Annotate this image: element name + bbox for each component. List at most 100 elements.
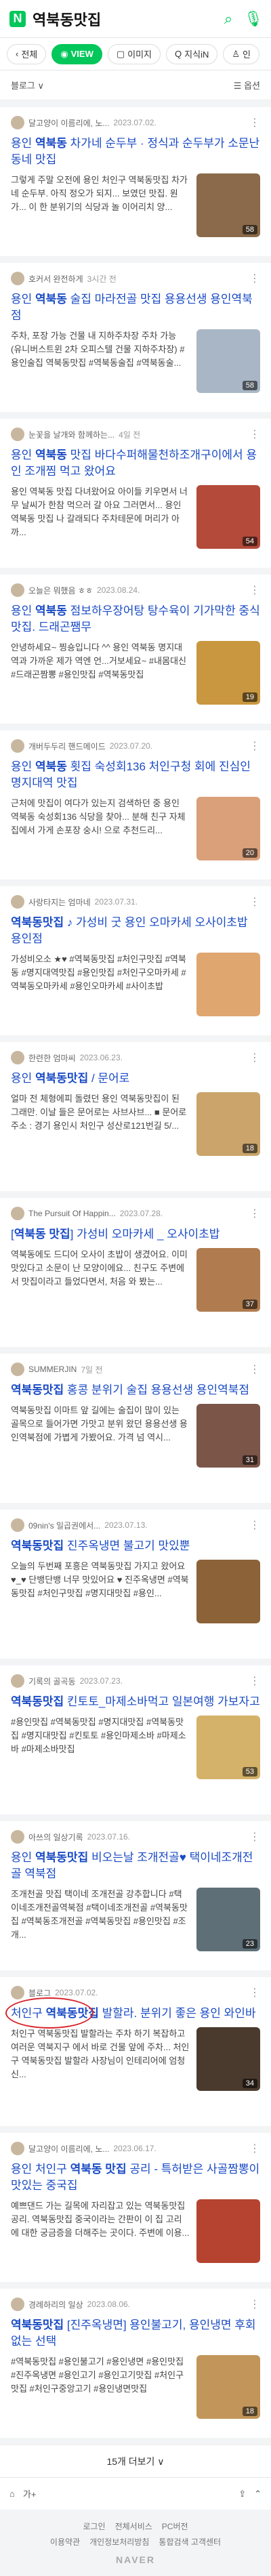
post-thumbnail[interactable]: 20 <box>196 797 260 860</box>
post-snippet[interactable]: 주차, 포장 가능 건물 내 지하주차장 주차 가능 (유니버스트윈 2차 오피… <box>11 329 190 397</box>
tab-kin[interactable]: Q 지식iN <box>166 43 218 64</box>
blog-result-card[interactable]: 09nin's 일곱권에서... 2023.07.13. ⋮ 역북동맛집 진주옥… <box>0 1510 271 1659</box>
post-thumbnail[interactable]: 19 <box>196 641 260 705</box>
post-snippet[interactable]: 조개천골 맛집 택이네 조개전골 강추합니다 #택이네조개전골역북점 #택이네조… <box>11 1888 190 1955</box>
post-title[interactable]: 용인 역북동 술집 마라전골 맛집 용용선생 용인역북점 <box>11 291 260 324</box>
naver-logo-icon[interactable]: N <box>9 10 26 27</box>
author-name[interactable]: 09nin's 일곱권에서... <box>28 1520 100 1531</box>
post-thumbnail[interactable] <box>196 953 260 1016</box>
avatar[interactable] <box>11 739 24 753</box>
home-icon[interactable]: ⌂ <box>9 2489 15 2499</box>
more-options-icon[interactable]: ⋮ <box>249 428 260 441</box>
avatar[interactable] <box>11 1830 24 1844</box>
post-thumbnail[interactable]: 37 <box>196 1248 260 1312</box>
author-name[interactable]: The Pursuit Of Happin... <box>28 1209 116 1218</box>
blog-result-card[interactable]: 달고양이 이름리에, 노... 2023.06.17. ⋮ 용인 처인구 역북동… <box>0 2133 271 2282</box>
blog-result-card[interactable]: 아쓰의 일상기록 2023.07.16. ⋮ 용인 역북동맛집 비오는날 조개전… <box>0 1821 271 1970</box>
post-thumbnail[interactable] <box>196 2199 260 2263</box>
author-name[interactable]: 경례하리의 일상 <box>28 2299 83 2310</box>
blog-result-card[interactable]: 블로그 2023.07.02. ⋮ 처인구 역북동맛집 발할라. 분위기 좋은 … <box>0 1977 271 2126</box>
blog-result-card[interactable]: 호커서 완전하게 3시간 전 ⋮ 용인 역북동 술집 마라전골 맛집 용용선생 … <box>0 263 271 412</box>
post-snippet[interactable]: 역북동맛집 이마트 앞 길에는 술집이 많이 있는 골목으로 들어가면 가맛고 … <box>11 1404 190 1472</box>
blog-result-card[interactable]: 개버두두리 핸드메이드 2023.07.20. ⋮ 용인 역북동 횟집 숙성회1… <box>0 730 271 879</box>
post-snippet[interactable]: 가성비오소 ★♥ #역북동맛집 #처인구맛집 #역북동 #명지대역맛집 #용인맛… <box>11 953 190 1020</box>
blog-result-card[interactable]: 사랑타지는 엄마네 2023.07.31. ⋮ 역북동맛집 ♪ 가성비 굿 용인… <box>0 886 271 1035</box>
share-icon[interactable]: ⇪ <box>238 2489 246 2499</box>
footer-terms[interactable]: 이용약관 <box>50 2536 80 2548</box>
post-snippet[interactable]: 오늘의 두번째 포흥은 역북동맛집 가지고 왔어요 ♥_♥ 단뱅단뱅 너무 맛있… <box>11 1560 190 1627</box>
author-name[interactable]: 한련한 엄마씨 <box>28 1052 76 1064</box>
more-options-icon[interactable]: ⋮ <box>249 2142 260 2155</box>
avatar[interactable] <box>11 895 24 909</box>
text-size-button[interactable]: 가+ <box>23 2487 37 2500</box>
more-options-icon[interactable]: ⋮ <box>249 1363 260 1376</box>
mic-icon[interactable]: 🎙 <box>244 10 263 28</box>
blog-result-card[interactable]: 기록의 골곡동 2023.07.23. ⋮ 역북동맛집 킨토토_마제소바먹고 일… <box>0 1665 271 1814</box>
more-options-icon[interactable]: ⋮ <box>249 2298 260 2311</box>
footer-privacy[interactable]: 개인정보처리방침 <box>89 2536 149 2548</box>
post-snippet[interactable]: 예쁘댄드 가는 길목에 자리잡고 있는 역북동맛집 공리. 역북동맛집 중국이라… <box>11 2199 190 2267</box>
footer-pc-version[interactable]: PC버전 <box>162 2520 188 2532</box>
post-snippet[interactable]: 근처에 맛집이 여다가 있는지 검색하던 중 용인 역북동 숙성회136 식당을… <box>11 797 190 865</box>
blog-result-card[interactable]: SUMMERJIN 7일 전 ⋮ 역북동맛집 홍콩 분위기 술집 용용선생 용인… <box>0 1354 271 1503</box>
tab-view[interactable]: ◉ VIEW <box>51 43 102 64</box>
post-snippet[interactable]: 그렇게 주말 오전에 용인 처인구 역북동맛집 차가네 순두부. 아직 정오가 … <box>11 173 190 241</box>
author-name[interactable]: 호커서 완전하게 <box>28 273 83 285</box>
more-options-icon[interactable]: ⋮ <box>249 739 260 753</box>
more-options-icon[interactable]: ⋮ <box>249 1986 260 1999</box>
blog-result-card[interactable]: 달고양이 이름리에, 노... 2023.07.02. ⋮ 용인 역북동 차가네… <box>0 107 271 256</box>
avatar[interactable] <box>11 1986 24 1999</box>
author-name[interactable]: 개버두두리 핸드메이드 <box>28 741 106 752</box>
post-title[interactable]: 용인 역북동 차가네 순두부 · 정식과 순두부가 소문난 동네 맛집 <box>11 136 260 168</box>
post-snippet[interactable]: 안녕하세요~ 찡숑입니다 ^^ 용인 역북동 명지대역과 가까운 제가 역엔 언… <box>11 641 190 709</box>
post-thumbnail[interactable]: 58 <box>196 329 260 393</box>
avatar[interactable] <box>11 2298 24 2311</box>
post-title[interactable]: 용인 역북동 맛집 바다수퍼해물천하조개구이에서 용인 조개찜 먹고 왔어요 <box>11 447 260 480</box>
more-results-button[interactable]: 15개 더보기 ∨ <box>0 2445 271 2477</box>
blog-result-card[interactable]: 경례하리의 일상 2023.08.06. ⋮ 역북동맛집 [진주옥냉면] 용인불… <box>0 2289 271 2438</box>
search-icon[interactable]: ⌕ <box>220 10 237 28</box>
post-snippet[interactable]: #역북동맛집 #용인불고기 #용인냉면 #용인맛집 #진주옥냉면 #용인고기 #… <box>11 2355 190 2423</box>
scope-select[interactable]: 블로그 ∨ <box>11 79 44 91</box>
post-thumbnail[interactable]: 18 <box>196 2355 260 2419</box>
blog-result-card[interactable]: 오늘은 뭐했음 ㅎㅎ 2023.08.24. ⋮ 용인 역북동 점보하우장어탕 … <box>0 575 271 724</box>
post-title[interactable]: 용인 처인구 역북동 맛집 공리 - 특허받은 사골짬뽕이 맛있는 중국집 <box>11 2161 260 2194</box>
author-name[interactable]: 달고양이 이름리에, 노... <box>28 117 109 129</box>
more-options-icon[interactable]: ⋮ <box>249 1674 260 1688</box>
post-title[interactable]: 용인 역북동 횟집 숙성회136 처인구청 회에 진심인 명지대역 맛집 <box>11 759 260 791</box>
post-snippet[interactable]: 처인구 역북동맛집 발할라는 주차 하기 복잡하고 여러운 역북지구 에서 바로… <box>11 2027 190 2095</box>
post-thumbnail[interactable]: 34 <box>196 2027 260 2091</box>
post-thumbnail[interactable]: 23 <box>196 1888 260 1951</box>
footer-login[interactable]: 로그인 <box>83 2520 105 2532</box>
author-name[interactable]: 아쓰의 일상기록 <box>28 1831 83 1843</box>
post-thumbnail[interactable]: 58 <box>196 173 260 237</box>
avatar[interactable] <box>11 583 24 597</box>
avatar[interactable] <box>11 2142 24 2155</box>
author-name[interactable]: 블로그 <box>28 1987 51 1999</box>
post-snippet[interactable]: 용인 역북동 맛집 다녀왔어요 아이들 키우면서 너무 날씨가 한참 먹으러 갈… <box>11 485 190 553</box>
post-thumbnail[interactable]: 18 <box>196 1092 260 1156</box>
post-title[interactable]: [역북동 맛집] 가성비 오마카세 _ 오사이초밥 <box>11 1226 260 1243</box>
post-title[interactable]: 용인 역북동맛집 비오는날 조개전골♥ 택이네조개전골 역북점 <box>11 1850 260 1882</box>
blog-result-card[interactable]: 눈꽃을 날개와 함께하는... 4일 전 ⋮ 용인 역북동 맛집 바다수퍼해물천… <box>0 419 271 568</box>
blog-result-card[interactable]: 한련한 엄마씨 2023.06.23. ⋮ 용인 역북동맛집 / 문어로 얼마 … <box>0 1042 271 1191</box>
post-title[interactable]: 용인 역북동 점보하우장어탕 탕수육이 기가막한 중식 맛집. 드래곤쨈무 <box>11 603 260 636</box>
post-thumbnail[interactable]: 53 <box>196 1716 260 1779</box>
tab-person[interactable]: ♙ 인 <box>223 43 259 64</box>
avatar[interactable] <box>11 1207 24 1220</box>
avatar[interactable] <box>11 428 24 441</box>
post-thumbnail[interactable]: 54 <box>196 485 260 549</box>
search-query[interactable]: 역북동맛집 <box>33 8 213 30</box>
avatar[interactable] <box>11 1051 24 1064</box>
author-name[interactable]: 사랑타지는 엄마네 <box>28 896 91 908</box>
post-title[interactable]: 역북동맛집 킨토토_마제소바먹고 일본여행 가보자고 <box>11 1694 260 1710</box>
more-options-icon[interactable]: ⋮ <box>249 1051 260 1064</box>
post-snippet[interactable]: 역북동에도 드디어 오사이 초밥이 생겼어요. 이미 맛있다고 소문이 난 모양… <box>11 1248 190 1316</box>
more-options-icon[interactable]: ⋮ <box>249 272 260 285</box>
post-title[interactable]: 용인 역북동맛집 / 문어로 <box>11 1071 260 1087</box>
tab-all[interactable]: ‹ 전체 <box>7 43 47 64</box>
options-button[interactable]: ☰ 옵션 <box>234 79 260 91</box>
author-name[interactable]: SUMMERJIN <box>28 1365 77 1374</box>
avatar[interactable] <box>11 1674 24 1688</box>
tab-image[interactable]: ▢ 이미지 <box>107 43 161 64</box>
